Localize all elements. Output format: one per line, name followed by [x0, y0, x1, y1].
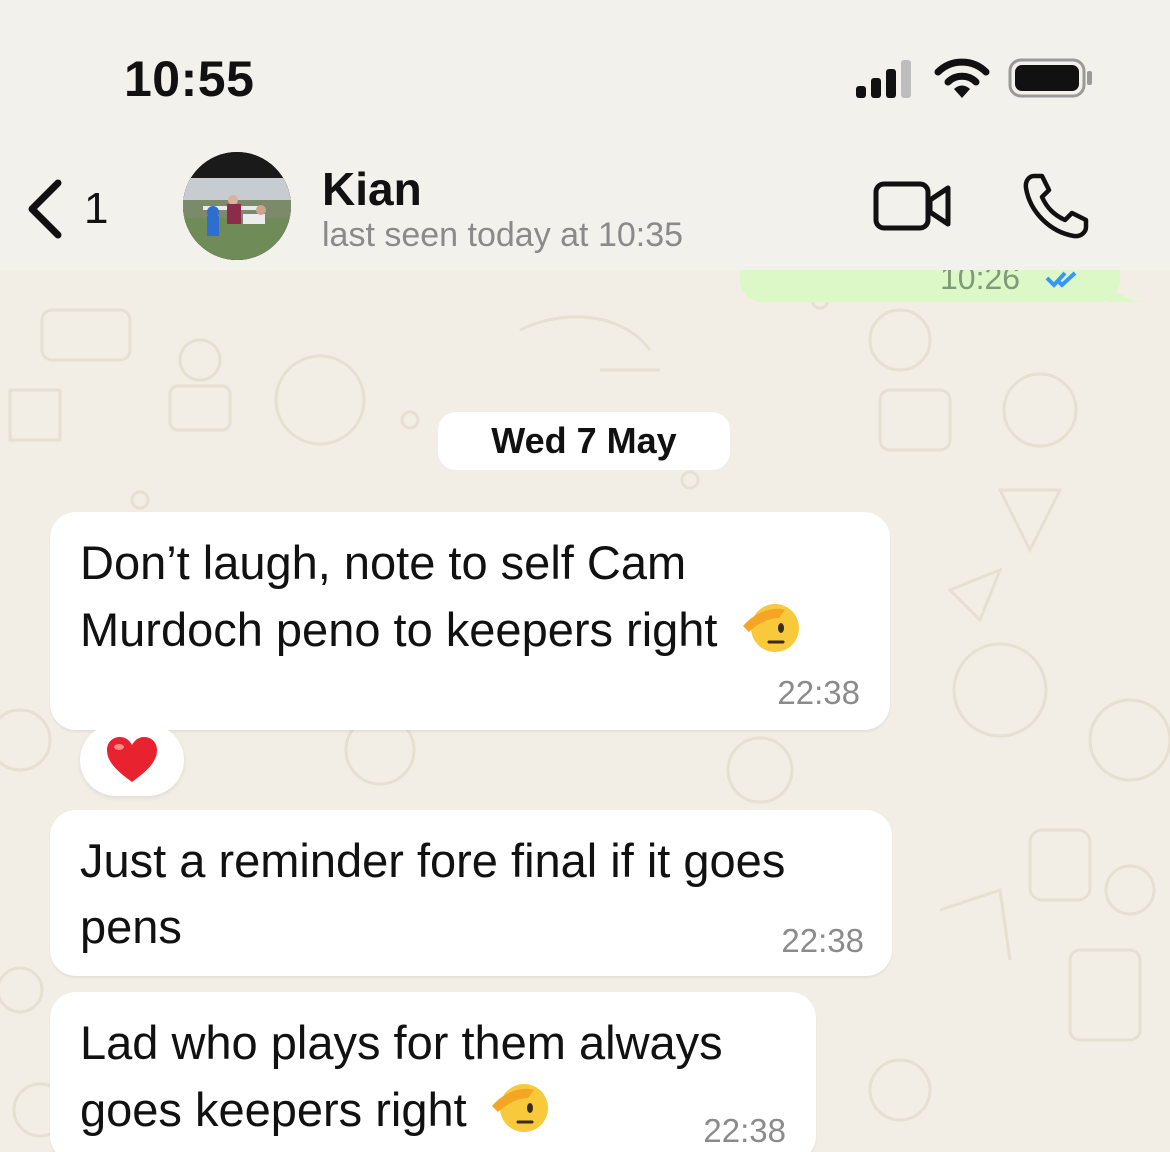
phone-call-icon[interactable]	[1020, 170, 1090, 242]
battery-icon	[1008, 58, 1092, 98]
message-text: Don’t laugh, note to self Cam Murdoch pe…	[80, 530, 801, 663]
message-line: Lad who plays for them always	[80, 1016, 723, 1069]
chat-area[interactable]: 10:26 Wed 7 May Don’t laugh, note to sel…	[0, 270, 1170, 1152]
message-time: 22:38	[777, 674, 860, 711]
date-separator: Wed 7 May	[438, 412, 730, 470]
last-seen-status: last seen today at 10:35	[322, 216, 684, 254]
incoming-message-bubble[interactable]: Don’t laugh, note to self Cam Murdoch pe…	[50, 512, 890, 730]
message-time: 22:38	[703, 1112, 786, 1149]
video-call-icon[interactable]	[872, 176, 954, 234]
message-line: pens	[80, 900, 182, 953]
read-receipt-icon	[1045, 271, 1077, 288]
chat-header: 1 Kian last seen today at 10:35	[0, 130, 1170, 270]
incoming-message-bubble[interactable]: Lad who plays for them always goes keepe…	[50, 992, 816, 1152]
message-text: Lad who plays for them always goes keepe…	[80, 1010, 723, 1143]
unread-count: 1	[84, 184, 109, 233]
message-time: 10:26	[940, 270, 1021, 296]
chevron-left-icon	[28, 179, 62, 239]
contact-name[interactable]: Kian	[322, 162, 422, 216]
status-time: 10:55	[124, 51, 255, 107]
message-time: 22:38	[781, 922, 864, 959]
incoming-message-bubble[interactable]: Just a reminder fore final if it goes pe…	[50, 810, 892, 976]
saluting-face-icon	[742, 604, 799, 652]
back-button[interactable]: 1	[24, 174, 134, 244]
status-bar: 10:55	[0, 0, 1170, 130]
bubble-tail	[1108, 284, 1142, 302]
cellular-signal-icon	[856, 60, 911, 98]
saluting-face-icon	[491, 1084, 548, 1132]
message-line: Don’t laugh, note to self Cam	[80, 536, 687, 589]
wifi-icon	[934, 58, 990, 98]
message-text: Just a reminder fore final if it goes pe…	[80, 828, 785, 960]
avatar-photo	[183, 152, 291, 260]
message-line: Just a reminder fore final if it goes	[80, 834, 786, 887]
red-heart-icon	[107, 737, 157, 782]
message-line: Murdoch peno to keepers right	[80, 603, 718, 656]
message-line: goes keepers right	[80, 1083, 467, 1136]
message-reaction[interactable]	[80, 724, 184, 796]
avatar[interactable]	[183, 152, 291, 260]
